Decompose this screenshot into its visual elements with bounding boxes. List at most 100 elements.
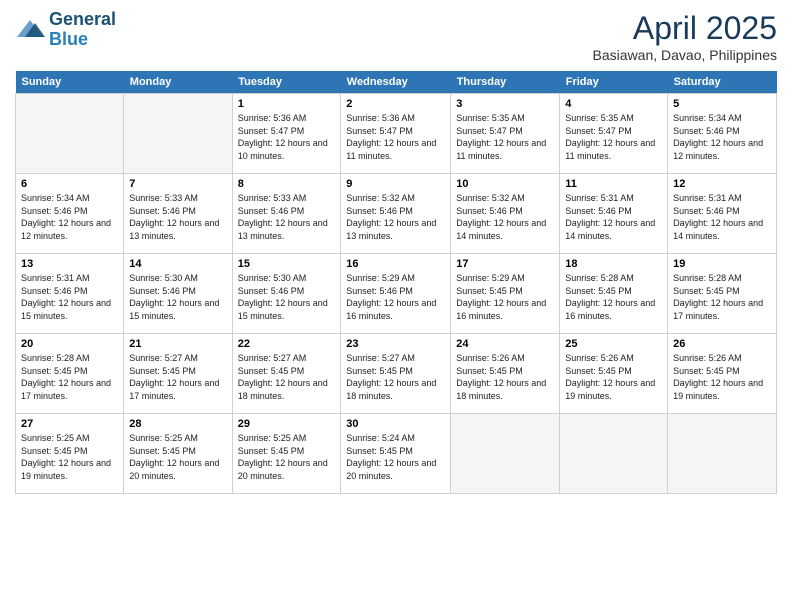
day-info: Sunrise: 5:32 AM Sunset: 5:46 PM Dayligh… [346, 192, 445, 242]
calendar-cell: 3 Sunrise: 5:35 AM Sunset: 5:47 PM Daylig… [451, 94, 560, 174]
day-number: 3 [456, 98, 554, 110]
calendar-cell: 1 Sunrise: 5:36 AM Sunset: 5:47 PM Daylig… [232, 94, 341, 174]
calendar-week-row: 20 Sunrise: 5:28 AM Sunset: 5:45 PM Dayli… [16, 334, 777, 414]
day-number: 15 [238, 258, 336, 270]
day-info: Sunrise: 5:29 AM Sunset: 5:46 PM Dayligh… [346, 272, 445, 322]
day-info: Sunrise: 5:31 AM Sunset: 5:46 PM Dayligh… [565, 192, 662, 242]
calendar-cell: 10 Sunrise: 5:32 AM Sunset: 5:46 PM Dayli… [451, 174, 560, 254]
calendar-cell: 15 Sunrise: 5:30 AM Sunset: 5:46 PM Dayli… [232, 254, 341, 334]
calendar-cell: 19 Sunrise: 5:28 AM Sunset: 5:45 PM Dayli… [668, 254, 777, 334]
calendar-week-row: 1 Sunrise: 5:36 AM Sunset: 5:47 PM Daylig… [16, 94, 777, 174]
day-info: Sunrise: 5:25 AM Sunset: 5:45 PM Dayligh… [238, 432, 336, 482]
calendar-cell: 30 Sunrise: 5:24 AM Sunset: 5:45 PM Dayli… [341, 414, 451, 494]
weekday-header: Friday [560, 71, 668, 94]
logo-text: General Blue [49, 10, 116, 50]
calendar-cell: 7 Sunrise: 5:33 AM Sunset: 5:46 PM Daylig… [124, 174, 232, 254]
day-info: Sunrise: 5:34 AM Sunset: 5:46 PM Dayligh… [673, 112, 771, 162]
day-info: Sunrise: 5:34 AM Sunset: 5:46 PM Dayligh… [21, 192, 118, 242]
calendar-cell: 13 Sunrise: 5:31 AM Sunset: 5:46 PM Dayli… [16, 254, 124, 334]
weekday-header: Thursday [451, 71, 560, 94]
day-info: Sunrise: 5:35 AM Sunset: 5:47 PM Dayligh… [456, 112, 554, 162]
day-number: 4 [565, 98, 662, 110]
day-number: 11 [565, 178, 662, 190]
calendar-cell: 17 Sunrise: 5:29 AM Sunset: 5:45 PM Dayli… [451, 254, 560, 334]
calendar-cell [560, 414, 668, 494]
day-info: Sunrise: 5:29 AM Sunset: 5:45 PM Dayligh… [456, 272, 554, 322]
day-info: Sunrise: 5:25 AM Sunset: 5:45 PM Dayligh… [21, 432, 118, 482]
day-number: 29 [238, 418, 336, 430]
day-number: 17 [456, 258, 554, 270]
day-number: 25 [565, 338, 662, 350]
location: Basiawan, Davao, Philippines [593, 47, 777, 63]
day-number: 6 [21, 178, 118, 190]
day-number: 12 [673, 178, 771, 190]
day-number: 7 [129, 178, 226, 190]
day-number: 8 [238, 178, 336, 190]
day-number: 26 [673, 338, 771, 350]
day-number: 22 [238, 338, 336, 350]
day-info: Sunrise: 5:30 AM Sunset: 5:46 PM Dayligh… [238, 272, 336, 322]
calendar-cell [124, 94, 232, 174]
weekday-header: Monday [124, 71, 232, 94]
day-number: 23 [346, 338, 445, 350]
day-info: Sunrise: 5:33 AM Sunset: 5:46 PM Dayligh… [129, 192, 226, 242]
day-number: 9 [346, 178, 445, 190]
calendar-cell: 4 Sunrise: 5:35 AM Sunset: 5:47 PM Daylig… [560, 94, 668, 174]
calendar-cell: 23Sunrise: 5:27 AM Sunset: 5:45 PM Dayli… [341, 334, 451, 414]
calendar-cell: 9 Sunrise: 5:32 AM Sunset: 5:46 PM Daylig… [341, 174, 451, 254]
calendar-cell: 12 Sunrise: 5:31 AM Sunset: 5:46 PM Dayli… [668, 174, 777, 254]
calendar-cell: 16Sunrise: 5:29 AM Sunset: 5:46 PM Dayli… [341, 254, 451, 334]
calendar-week-row: 6 Sunrise: 5:34 AM Sunset: 5:46 PM Daylig… [16, 174, 777, 254]
day-number: 21 [129, 338, 226, 350]
calendar-cell: 6 Sunrise: 5:34 AM Sunset: 5:46 PM Daylig… [16, 174, 124, 254]
calendar-cell: 2 Sunrise: 5:36 AM Sunset: 5:47 PM Daylig… [341, 94, 451, 174]
calendar-cell: 22Sunrise: 5:27 AM Sunset: 5:45 PM Dayli… [232, 334, 341, 414]
day-info: Sunrise: 5:35 AM Sunset: 5:47 PM Dayligh… [565, 112, 662, 162]
calendar-cell: 18 Sunrise: 5:28 AM Sunset: 5:45 PM Dayli… [560, 254, 668, 334]
title-block: April 2025 Basiawan, Davao, Philippines [593, 10, 777, 63]
day-info: Sunrise: 5:28 AM Sunset: 5:45 PM Dayligh… [565, 272, 662, 322]
calendar-cell [16, 94, 124, 174]
day-info: Sunrise: 5:28 AM Sunset: 5:45 PM Dayligh… [673, 272, 771, 322]
calendar-cell: 5 Sunrise: 5:34 AM Sunset: 5:46 PM Daylig… [668, 94, 777, 174]
day-info: Sunrise: 5:25 AM Sunset: 5:45 PM Dayligh… [129, 432, 226, 482]
day-number: 5 [673, 98, 771, 110]
day-info: Sunrise: 5:32 AM Sunset: 5:46 PM Dayligh… [456, 192, 554, 242]
day-number: 24 [456, 338, 554, 350]
weekday-header: Tuesday [232, 71, 341, 94]
day-number: 18 [565, 258, 662, 270]
day-number: 27 [21, 418, 118, 430]
day-number: 10 [456, 178, 554, 190]
day-number: 19 [673, 258, 771, 270]
calendar-cell: 29 Sunrise: 5:25 AM Sunset: 5:45 PM Dayli… [232, 414, 341, 494]
day-info: Sunrise: 5:28 AM Sunset: 5:45 PM Dayligh… [21, 352, 118, 402]
logo-line2: Blue [49, 30, 116, 50]
day-number: 2 [346, 98, 445, 110]
logo-line1: General [49, 10, 116, 30]
header: General Blue April 2025 Basiawan, Davao,… [15, 10, 777, 63]
day-info: Sunrise: 5:27 AM Sunset: 5:45 PM Dayligh… [129, 352, 226, 402]
day-info: Sunrise: 5:24 AM Sunset: 5:45 PM Dayligh… [346, 432, 445, 482]
calendar-cell: 25Sunrise: 5:26 AM Sunset: 5:45 PM Dayli… [560, 334, 668, 414]
weekday-header: Sunday [16, 71, 124, 94]
weekday-header: Wednesday [341, 71, 451, 94]
day-number: 30 [346, 418, 445, 430]
day-info: Sunrise: 5:36 AM Sunset: 5:47 PM Dayligh… [238, 112, 336, 162]
day-info: Sunrise: 5:36 AM Sunset: 5:47 PM Dayligh… [346, 112, 445, 162]
calendar-cell: 8 Sunrise: 5:33 AM Sunset: 5:46 PM Daylig… [232, 174, 341, 254]
calendar-cell: 20 Sunrise: 5:28 AM Sunset: 5:45 PM Dayli… [16, 334, 124, 414]
calendar-week-row: 13 Sunrise: 5:31 AM Sunset: 5:46 PM Dayli… [16, 254, 777, 334]
day-info: Sunrise: 5:33 AM Sunset: 5:46 PM Dayligh… [238, 192, 336, 242]
day-number: 13 [21, 258, 118, 270]
calendar-table: SundayMondayTuesdayWednesdayThursdayFrid… [15, 71, 777, 494]
day-info: Sunrise: 5:26 AM Sunset: 5:45 PM Dayligh… [673, 352, 771, 402]
weekday-header: Saturday [668, 71, 777, 94]
day-info: Sunrise: 5:31 AM Sunset: 5:46 PM Dayligh… [673, 192, 771, 242]
day-number: 20 [21, 338, 118, 350]
day-number: 28 [129, 418, 226, 430]
calendar-cell: 24Sunrise: 5:26 AM Sunset: 5:45 PM Dayli… [451, 334, 560, 414]
calendar-cell [668, 414, 777, 494]
logo: General Blue [15, 10, 116, 50]
day-number: 1 [238, 98, 336, 110]
day-info: Sunrise: 5:31 AM Sunset: 5:46 PM Dayligh… [21, 272, 118, 322]
